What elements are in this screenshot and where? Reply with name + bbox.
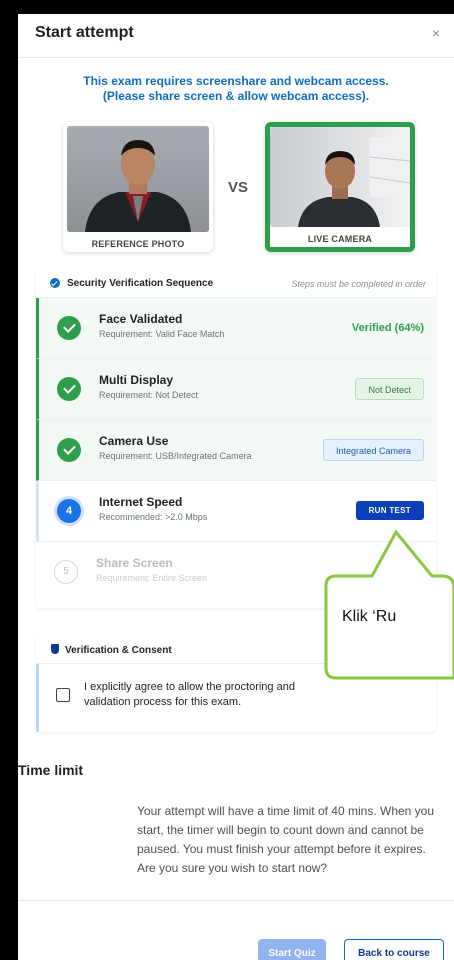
live-camera-feed (270, 127, 410, 227)
check-icon (57, 316, 81, 340)
modal-footer: Start Quiz Back to course (18, 900, 454, 960)
reference-photo-caption: REFERENCE PHOTO (91, 239, 185, 249)
multi-display-status-badge: Not Detect (355, 378, 424, 400)
consent-panel: Verification & Consent I explicitly agre… (36, 634, 436, 732)
check-icon (57, 377, 81, 401)
step-number-badge: 5 (54, 560, 78, 584)
reference-photo (67, 126, 209, 232)
callout-text: Klik ‘Ru (342, 608, 397, 625)
start-attempt-modal: Start attempt × This exam requires scree… (18, 14, 454, 960)
start-quiz-button[interactable]: Start Quiz (258, 939, 326, 960)
face-match-status: Verified (64%) (351, 322, 424, 334)
step-name: Multi Display (99, 373, 174, 387)
step-internet-speed: 4 Internet Speed Recommended: >2.0 Mbps … (36, 481, 436, 542)
consent-checkbox[interactable] (56, 688, 70, 702)
time-limit-title: Time limit (18, 762, 84, 778)
live-camera-card: LIVE CAMERA (265, 122, 415, 252)
consent-body: I explicitly agree to allow the proctori… (36, 664, 436, 732)
modal-title: Start attempt (35, 24, 134, 41)
step-requirement: Recommended: >2.0 Mbps (99, 512, 208, 522)
requirement-notice: This exam requires screenshare and webca… (18, 74, 454, 104)
live-camera-caption: LIVE CAMERA (307, 234, 373, 244)
step-requirement: Requirement: USB/Integrated Camera (99, 451, 252, 461)
check-circle-icon (50, 278, 60, 288)
security-sequence-panel: Security Verification Sequence Steps mus… (36, 268, 436, 608)
step-share-screen: 5 Share Screen Requirement: Entire Scree… (36, 542, 436, 603)
close-icon[interactable]: × (432, 25, 440, 41)
screenshot-frame: Start attempt × This exam requires scree… (0, 0, 454, 960)
step-requirement: Requirement: Entire Screen (96, 573, 208, 583)
step-name: Camera Use (99, 434, 169, 448)
sequence-header: Security Verification Sequence Steps mus… (36, 268, 436, 298)
shield-icon (51, 644, 59, 654)
step-multi-display: Multi Display Requirement: Not Detect No… (36, 359, 436, 420)
vs-label: VS (228, 179, 249, 196)
camera-status-badge: Integrated Camera (322, 439, 424, 461)
notice-line-2: (Please share screen & allow webcam acce… (102, 89, 370, 103)
step-name: Share Screen (96, 556, 173, 570)
modal-header: Start attempt × (18, 14, 454, 58)
step-face-validated: Face Validated Requirement: Valid Face M… (36, 298, 436, 359)
reference-photo-card: REFERENCE PHOTO (63, 122, 213, 252)
consent-title: Verification & Consent (65, 645, 172, 656)
run-test-button[interactable]: RUN TEST (355, 501, 424, 520)
step-requirement: Requirement: Not Detect (99, 390, 199, 400)
step-name: Face Validated (99, 312, 183, 326)
back-to-course-button[interactable]: Back to course (344, 939, 444, 960)
consent-text: I explicitly agree to allow the proctori… (84, 681, 295, 708)
time-limit-text: Your attempt will have a time limit of 4… (137, 804, 435, 875)
step-requirement: Requirement: Valid Face Match (99, 329, 225, 339)
sequence-note: Steps must be completed in order (291, 279, 426, 289)
step-camera-use: Camera Use Requirement: USB/Integrated C… (36, 420, 436, 481)
sequence-title: Security Verification Sequence (67, 278, 214, 289)
check-icon (57, 438, 81, 462)
step-name: Internet Speed (99, 495, 183, 509)
step-number-badge: 4 (57, 499, 81, 523)
consent-header: Verification & Consent (36, 634, 436, 664)
notice-line-1: This exam requires screenshare and webca… (83, 74, 389, 88)
